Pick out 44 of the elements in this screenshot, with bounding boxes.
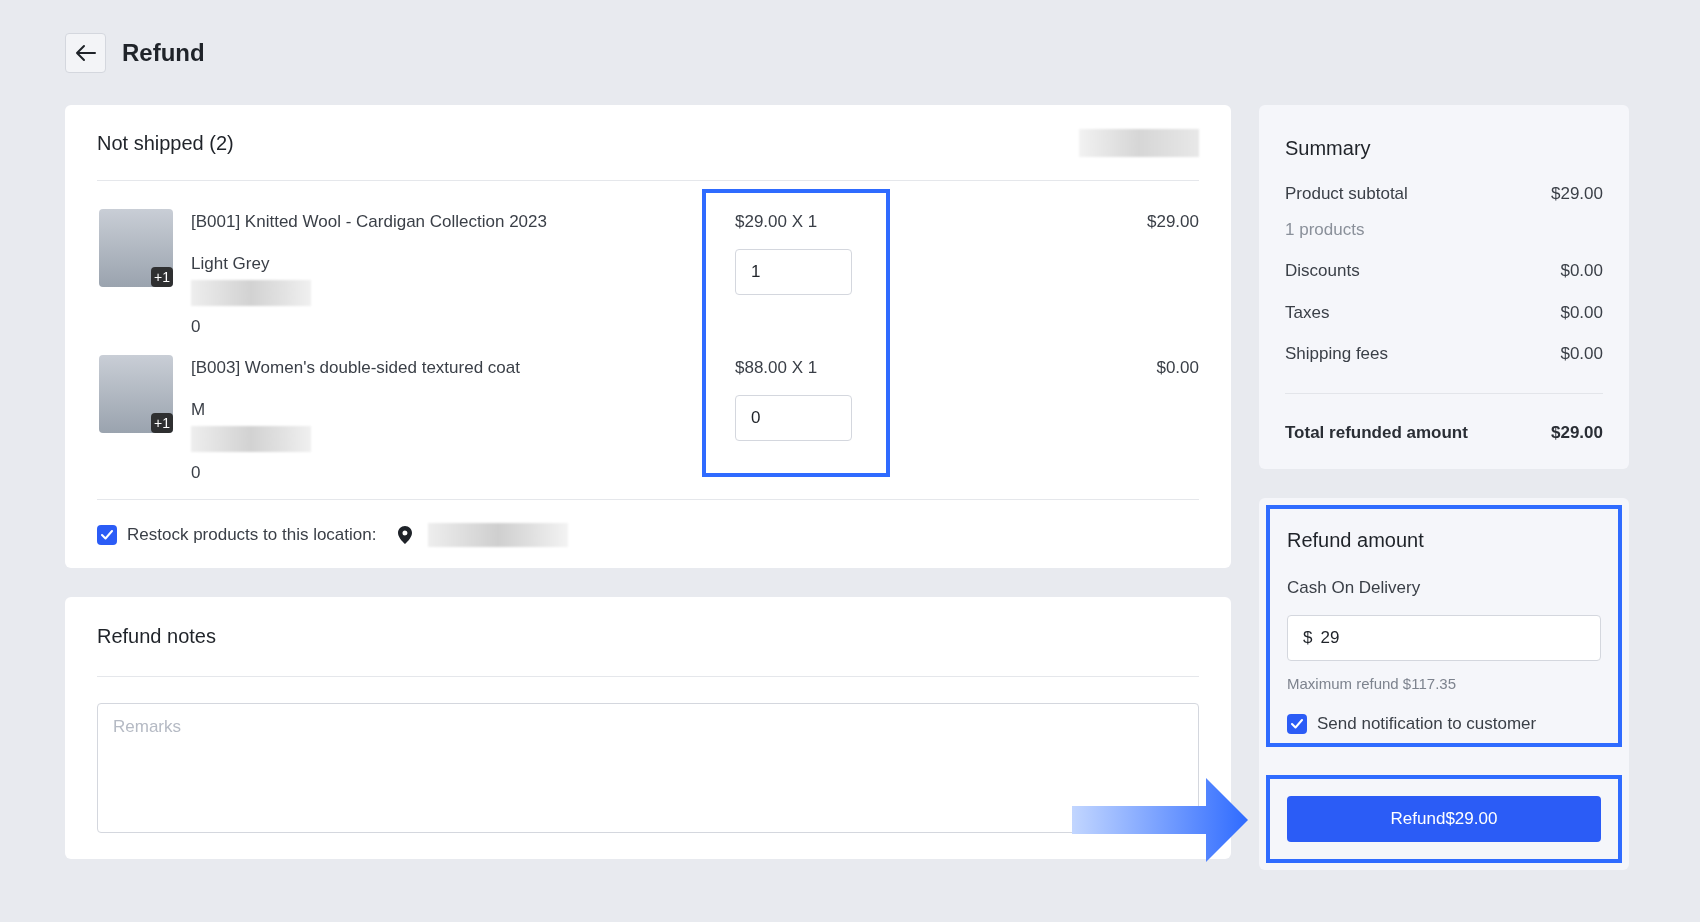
unit-price: $88.00 X 1 xyxy=(735,357,819,379)
remarks-field[interactable]: Remarks xyxy=(97,702,1199,833)
summary-value: $29.00 xyxy=(1551,183,1603,205)
product-count: 0 xyxy=(191,462,202,484)
unit-price: $29.00 X 1 xyxy=(735,211,819,233)
checkbox[interactable] xyxy=(1287,713,1307,734)
summary-label: Discounts xyxy=(1285,260,1360,282)
back-arrow-icon xyxy=(74,44,97,62)
total-value: $29.00 xyxy=(1551,421,1603,444)
quantity-field[interactable]: 1 xyxy=(735,248,852,295)
page-title: Refund xyxy=(122,38,205,68)
amount-field[interactable]: $ 29 xyxy=(1287,614,1601,661)
summary-label: Shipping fees xyxy=(1285,343,1389,365)
section-title: Refund notes xyxy=(97,624,216,649)
product-name: [B001] Knitted Wool - Cardigan Collection 2023 xyxy=(191,211,548,233)
summary-value: $0.00 xyxy=(1560,260,1603,282)
location-pin-icon xyxy=(398,525,413,544)
product-name: [B003] Women's double-sided textured coat xyxy=(191,357,521,379)
product-variant: Light Grey xyxy=(191,252,271,275)
max-refund-hint: Maximum refund $117.35 xyxy=(1287,673,1457,694)
quantity-field[interactable]: 0 xyxy=(735,394,852,441)
notify-label: Send notification to customer xyxy=(1317,713,1537,735)
section-title: Summary xyxy=(1285,136,1372,161)
section-title: Refund amount xyxy=(1287,528,1425,553)
summary-value: $0.00 xyxy=(1560,301,1603,324)
summary-label: Product subtotal xyxy=(1285,183,1408,205)
total-label: Total refunded amount xyxy=(1285,421,1468,444)
refund-button[interactable]: Refund$29.00 xyxy=(1287,795,1601,842)
line-total: $0.00 xyxy=(1156,357,1199,379)
summary-note: 1 products xyxy=(1285,218,1366,241)
payment-method: Cash On Delivery xyxy=(1287,577,1422,599)
restock-label: Restock products to this location: xyxy=(127,524,377,546)
image-count-badge: +1 xyxy=(151,267,173,287)
product-count: 0 xyxy=(191,316,202,338)
checkmark-icon xyxy=(101,529,113,540)
checkbox[interactable] xyxy=(97,524,117,545)
summary-value: $0.00 xyxy=(1560,343,1603,365)
back-button[interactable] xyxy=(65,33,106,73)
summary-label: Taxes xyxy=(1285,301,1330,324)
section-title: Not shipped (2) xyxy=(97,130,234,156)
product-variant: M xyxy=(191,398,207,421)
line-total: $29.00 xyxy=(1147,211,1199,233)
checkmark-icon xyxy=(1291,718,1303,729)
image-count-badge: +1 xyxy=(151,413,173,433)
